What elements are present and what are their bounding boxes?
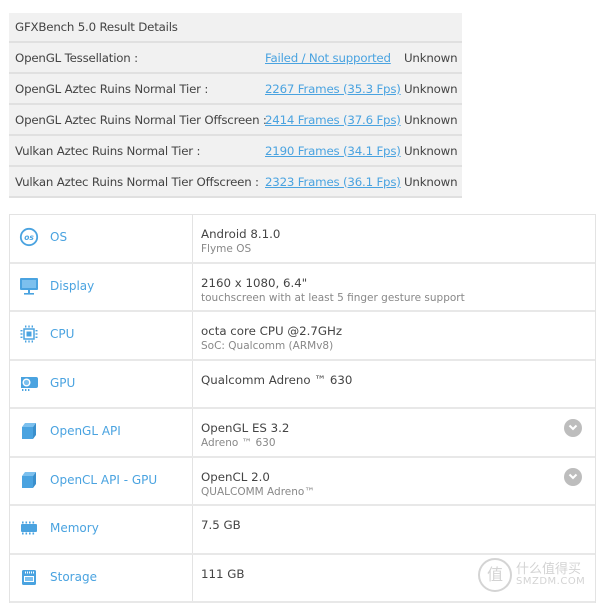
smzdm-watermark: 值 什么值得买 SMZDM.COM <box>478 556 598 596</box>
result-label: OpenGL Tessellation : <box>15 51 138 65</box>
results-title: GFXBench 5.0 Result Details <box>15 20 178 34</box>
spec-name: CPU <box>50 327 74 341</box>
spec-detail: Flyme OS <box>201 243 251 255</box>
spec-name: OpenCL API - GPU <box>50 473 157 487</box>
os-icon: os <box>19 227 39 247</box>
result-link[interactable]: 2414 Frames (37.6 Fps) <box>265 113 401 127</box>
watermark-english-text: SMZDM.COM <box>516 576 585 587</box>
spec-detail: QUALCOMM Adreno™ <box>201 486 315 498</box>
spec-row-opencl-api: OpenCL API - GPU OpenCL 2.0 QUALCOMM Adr… <box>10 458 595 507</box>
result-row: OpenGL Aztec Ruins Normal Tier : 2267 Fr… <box>9 74 462 105</box>
spec-value: Android 8.1.0 <box>201 227 280 241</box>
result-row: OpenGL Aztec Ruins Normal Tier Offscreen… <box>9 105 462 136</box>
result-status: Unknown <box>404 175 457 189</box>
spec-name: Storage <box>50 570 97 584</box>
cube-icon <box>19 421 39 441</box>
column-divider <box>192 506 193 553</box>
spec-value: octa core CPU @2.7GHz <box>201 324 342 338</box>
results-header: GFXBench 5.0 Result Details <box>9 13 462 43</box>
column-divider <box>192 555 193 602</box>
watermark-chinese-text: 什么值得买 <box>516 558 581 577</box>
spec-row-display: Display 2160 x 1080, 6.4" touchscreen wi… <box>10 264 595 313</box>
result-label: OpenGL Aztec Ruins Normal Tier Offscreen… <box>15 113 267 127</box>
result-link[interactable]: Failed / Not supported <box>265 51 391 65</box>
spec-name: Display <box>50 279 94 293</box>
result-row: Vulkan Aztec Ruins Normal Tier Offscreen… <box>9 167 462 198</box>
cube-icon <box>19 470 39 490</box>
spec-row-opengl-api: OpenGL API OpenGL ES 3.2 Adreno ™ 630 <box>10 409 595 458</box>
expand-button[interactable] <box>564 419 582 437</box>
spec-name: OS <box>50 230 67 244</box>
spec-name: Memory <box>50 521 99 535</box>
spec-value: Qualcomm Adreno ™ 630 <box>201 373 352 387</box>
column-divider <box>192 264 193 311</box>
result-status: Unknown <box>404 144 457 158</box>
column-divider <box>192 215 193 262</box>
result-status: Unknown <box>404 51 457 65</box>
spec-name: GPU <box>50 376 75 390</box>
spec-detail: SoC: Qualcomm (ARMv8) <box>201 340 333 352</box>
spec-value: 7.5 GB <box>201 518 241 532</box>
result-link[interactable]: 2190 Frames (34.1 Fps) <box>265 144 401 158</box>
chevron-down-icon <box>568 424 578 432</box>
spec-value: 2160 x 1080, 6.4" <box>201 276 307 290</box>
gpu-icon <box>19 373 39 393</box>
device-specs-table: os OS Android 8.1.0 Flyme OS Display 216… <box>9 214 596 603</box>
column-divider <box>192 409 193 456</box>
spec-row-memory: Memory 7.5 GB <box>10 506 595 555</box>
result-status: Unknown <box>404 82 457 96</box>
spec-value: OpenCL 2.0 <box>201 470 270 484</box>
cpu-icon <box>19 324 39 344</box>
spec-row-cpu: CPU octa core CPU @2.7GHz SoC: Qualcomm … <box>10 312 595 361</box>
chevron-down-icon <box>568 473 578 481</box>
result-status: Unknown <box>404 113 457 127</box>
column-divider <box>192 312 193 359</box>
spec-value: OpenGL ES 3.2 <box>201 421 289 435</box>
display-icon <box>19 276 39 296</box>
spec-value: 111 GB <box>201 567 245 581</box>
column-divider <box>192 458 193 505</box>
result-link[interactable]: 2267 Frames (35.3 Fps) <box>265 82 401 96</box>
gfxbench-results-table: GFXBench 5.0 Result Details OpenGL Tesse… <box>9 13 462 198</box>
result-row: Vulkan Aztec Ruins Normal Tier : 2190 Fr… <box>9 136 462 167</box>
memory-icon <box>19 518 39 538</box>
spec-detail: Adreno ™ 630 <box>201 437 276 449</box>
spec-row-os: os OS Android 8.1.0 Flyme OS <box>10 215 595 264</box>
storage-icon <box>19 567 39 587</box>
spec-detail: touchscreen with at least 5 finger gestu… <box>201 292 465 304</box>
spec-name: OpenGL API <box>50 424 121 438</box>
column-divider <box>192 361 193 408</box>
result-label: Vulkan Aztec Ruins Normal Tier Offscreen… <box>15 175 259 189</box>
result-label: OpenGL Aztec Ruins Normal Tier : <box>15 82 208 96</box>
result-label: Vulkan Aztec Ruins Normal Tier : <box>15 144 200 158</box>
svg-text:os: os <box>24 233 34 242</box>
expand-button[interactable] <box>564 468 582 486</box>
watermark-seal-icon: 值 <box>478 558 512 592</box>
result-link[interactable]: 2323 Frames (36.1 Fps) <box>265 175 401 189</box>
spec-row-gpu: GPU Qualcomm Adreno ™ 630 <box>10 361 595 410</box>
result-row: OpenGL Tessellation : Failed / Not suppo… <box>9 43 462 74</box>
